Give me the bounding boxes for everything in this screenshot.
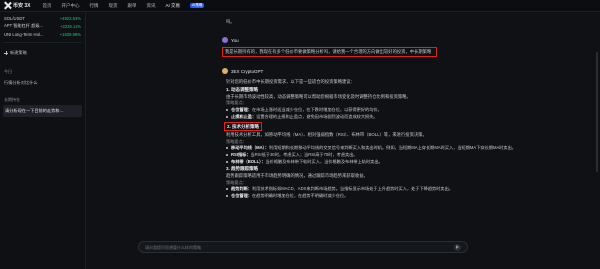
ticker-row[interactable]: UNI Long-Term Hol... +1839.98% [0, 30, 85, 38]
scrollbar[interactable] [596, 52, 598, 172]
bullet-dot [226, 147, 228, 150]
plus-icon [4, 51, 8, 55]
bullet-item: RSI指标：当RSI低于30时，考虑买入；当RSI高于70时，考虑卖出。 [226, 151, 544, 158]
bullet-label: 布林带（BOLL）： [231, 159, 266, 165]
chat-input[interactable] [145, 244, 454, 250]
send-icon[interactable] [454, 243, 461, 251]
sidebar: SOL/USDT +4923.53% APT 智能杠杆 超级... +2229.… [0, 12, 86, 269]
section-desc: 趋势跟踪策略适用于市场趋势明确的情况，通过跟踪市场趋势来获取收益。 [226, 173, 368, 179]
section-label-longterm: 长期持仓 [4, 97, 20, 102]
bullet-label: 移动平均线（MA）： [231, 144, 269, 150]
ticker-change: +4923.53% [59, 15, 81, 21]
section-title: 1. 动态调整策略 [226, 86, 259, 92]
section-desc: 由于长期市场波动性较高，动态调整策略可以帮助您根据市场变化及时调整持仓比例和投资… [226, 93, 411, 99]
user-message-header: You [222, 37, 239, 43]
bullet-text: 利用短期和长期移动平均线的交叉信号来判断买入和卖出时机。例如，当短期MA上穿长期… [268, 144, 516, 150]
bot-avatar [222, 68, 228, 74]
logo-text: 币安 3X [13, 3, 31, 9]
user-message: 我是长期持有的，我现在有多个低价币要做策略分析吗，请给我一个合理的方向做出较好的… [222, 47, 437, 57]
bullet-text: 利用技术指标如MACD、ADX来判断市场趋势。当指标显示市场处于上升趋势时买入，… [251, 185, 453, 191]
previous-message-tail: 吗。 [226, 19, 235, 24]
user-avatar [222, 37, 228, 43]
nav-item-home[interactable]: 首页 [43, 3, 52, 9]
section-label-today: 今日 [4, 69, 12, 74]
bullet-dot [226, 194, 228, 197]
chat-main: 吗。 You 我是长期持有的，我现在有多个低价币要做策略分析吗，请给我一个合理的… [86, 12, 600, 269]
ticker-row[interactable]: APT 智能杠杆 超级... +2229.11% [0, 22, 85, 30]
ticker-name: SOL/USDT [4, 15, 25, 21]
nav-item-spot[interactable]: 现货 [109, 3, 118, 9]
user-name: You [231, 37, 239, 43]
bullet-dot [226, 160, 228, 163]
bullet-item: 仓位管理：在市场上涨时适当减少仓位，在下跌时增加仓位，以获得更好的均价。 [226, 106, 544, 113]
bullet-dot [226, 188, 228, 191]
ticker-name: UNI Long-Term Hol... [4, 31, 44, 37]
section-desc: 利用技术分析工具，如移动平均线（MA）、相对强弱指数（RSI）、布林带（BOLL… [226, 132, 427, 138]
main-nav: 首页 开户中心 行情 现货 跟单 资讯 AI 交易 AI策略 [43, 3, 205, 9]
nav-item-copy[interactable]: 跟单 [128, 3, 137, 9]
bullet-item: 仓位管理：在趋势明确时增加仓位，在趋势不明确时减少仓位。 [226, 192, 544, 199]
nav-item-markets[interactable]: 行情 [90, 3, 99, 9]
history-item-active[interactable]: 请分析现在一下目前的走势和... [3, 105, 82, 117]
bullet-label: 仓位管理： [231, 107, 252, 113]
bot-message: 针对您的低价币中长期投资需求，以下是一些适合的投资策略建议： 1. 动态调整策略… [224, 78, 544, 199]
bullet-text: 当价格触及布林带下轨时买入，当价格触及布林带上轨时卖出。 [265, 159, 383, 165]
bullet-dot [226, 108, 228, 111]
section-title: 3. 趋势跟踪策略 [226, 166, 259, 172]
chat-input-bar [138, 241, 468, 253]
ticker-name: APT 智能杠杆 超级... [4, 23, 44, 28]
ai-strategy-badge[interactable]: AI策略 [190, 3, 205, 8]
bot-name: 3EX CryptoGPT [231, 68, 264, 74]
nav-item-news[interactable]: 资讯 [147, 3, 156, 9]
bullet-label: 仓位管理： [231, 193, 252, 199]
bullet-item: 布林带（BOLL）：当价格触及布林带下轨时买入，当价格触及布林带上轨时卖出。 [226, 158, 544, 165]
bullet-label: 止损和止盈： [231, 114, 257, 120]
ticker-change: +2229.11% [60, 23, 81, 29]
bullet-dot [226, 153, 228, 156]
nav-item-account[interactable]: 开户中心 [62, 3, 80, 9]
bullet-label: RSI指标： [231, 152, 251, 158]
new-chat-button[interactable]: 新建策略 [0, 47, 85, 59]
top-nav-bar: 币安 3X 首页 开户中心 行情 现货 跟单 资讯 AI 交易 AI策略 [0, 0, 600, 12]
bot-intro: 针对您的低价币中长期投资需求，以下是一些适合的投资策略建议： [226, 79, 355, 84]
bullet-text: 在市场上涨时适当减少仓位，在下跌时增加仓位，以获得更好的均价。 [251, 107, 382, 113]
section-title-highlighted: 2. 技术分析策略 [224, 122, 263, 132]
bullet-text: 在趋势明确时增加仓位，在趋势不明确时减少仓位。 [251, 193, 349, 199]
logo[interactable]: 币安 3X [4, 2, 31, 9]
bullet-dot [226, 115, 228, 118]
bullet-label: 趋势判断： [231, 185, 252, 191]
ticker-row[interactable]: SOL/USDT +4923.53% [0, 14, 85, 22]
bullet-text: 设置合理的止损和止盈点，避免因市场剧烈波动而造成较大损失。 [256, 114, 378, 120]
ticker-change: +1839.98% [59, 31, 81, 37]
bullet-text: 当RSI低于30时，考虑买入；当RSI高于70时，考虑卖出。 [250, 152, 358, 158]
new-chat-label: 新建策略 [10, 50, 27, 55]
logo-x-icon [4, 2, 11, 9]
bullet-item: 止损和止盈：设置合理的止损和止盈点，避免因市场剧烈波动而造成较大损失。 [226, 113, 544, 120]
divider [3, 42, 82, 43]
bot-message-header: 3EX CryptoGPT [222, 68, 263, 74]
nav-item-ai[interactable]: AI 交易 [166, 3, 181, 9]
history-item[interactable]: 行情分析对比什么 [0, 77, 85, 89]
